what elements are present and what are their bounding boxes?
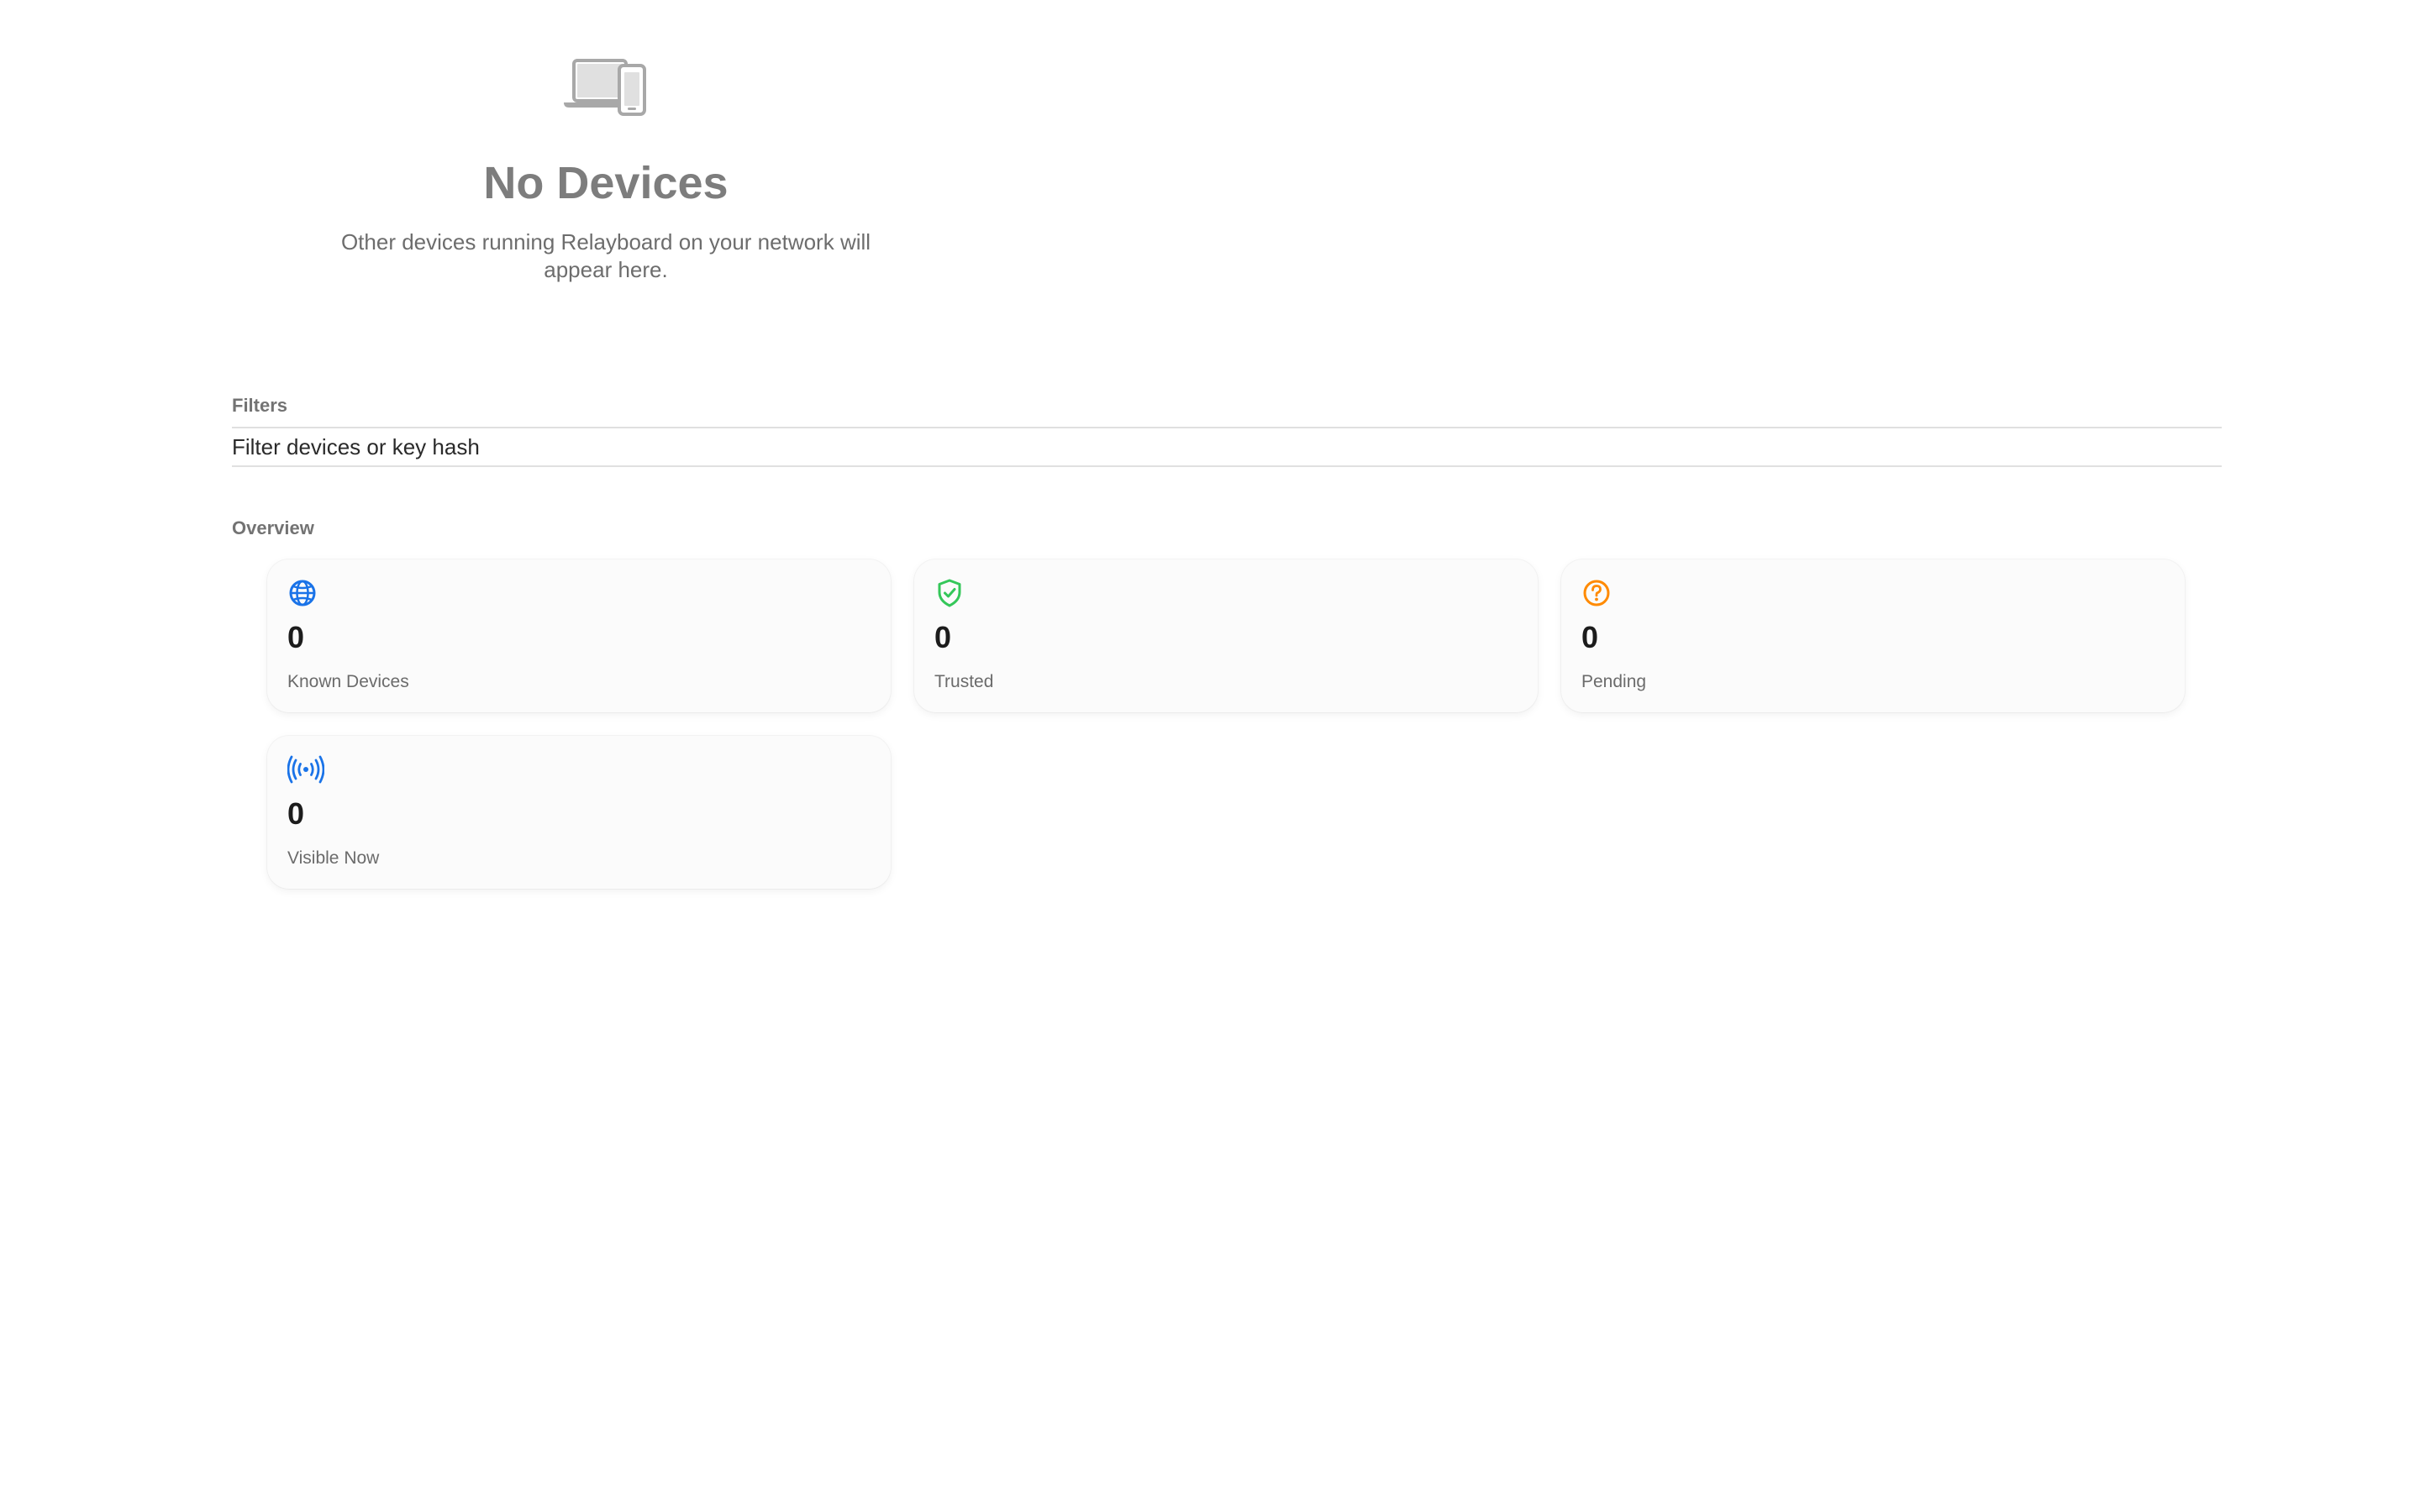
known-devices-card: 0 Known Devices <box>267 559 891 712</box>
empty-state: No Devices Other devices running Relaybo… <box>232 54 980 284</box>
shield-check-icon <box>938 579 961 607</box>
visible-now-card: 0 Visible Now <box>267 736 891 889</box>
overview-section-label: Overview <box>232 517 314 538</box>
empty-state-description: Other devices running Relayboard on your… <box>340 229 871 282</box>
filters-section-label: Filters <box>232 395 288 416</box>
globe-icon <box>289 580 316 606</box>
filter-input[interactable] <box>232 428 2222 465</box>
question-circle-icon <box>1583 580 1610 606</box>
pending-label: Pending <box>1581 672 1647 691</box>
known-devices-count: 0 <box>287 620 305 654</box>
trusted-card: 0 Trusted <box>914 559 1538 712</box>
trusted-count: 0 <box>934 620 952 654</box>
laptop-and-phone-icon <box>564 59 646 116</box>
known-devices-label: Known Devices <box>287 672 409 691</box>
broadcast-icon <box>287 755 324 784</box>
visible-now-count: 0 <box>287 796 305 831</box>
visible-now-label: Visible Now <box>287 848 380 868</box>
pending-count: 0 <box>1581 620 1599 654</box>
filter-field[interactable] <box>232 427 2222 467</box>
empty-state-title: No Devices <box>483 158 729 208</box>
trusted-label: Trusted <box>934 672 994 691</box>
pending-card: 0 Pending <box>1561 559 2185 712</box>
